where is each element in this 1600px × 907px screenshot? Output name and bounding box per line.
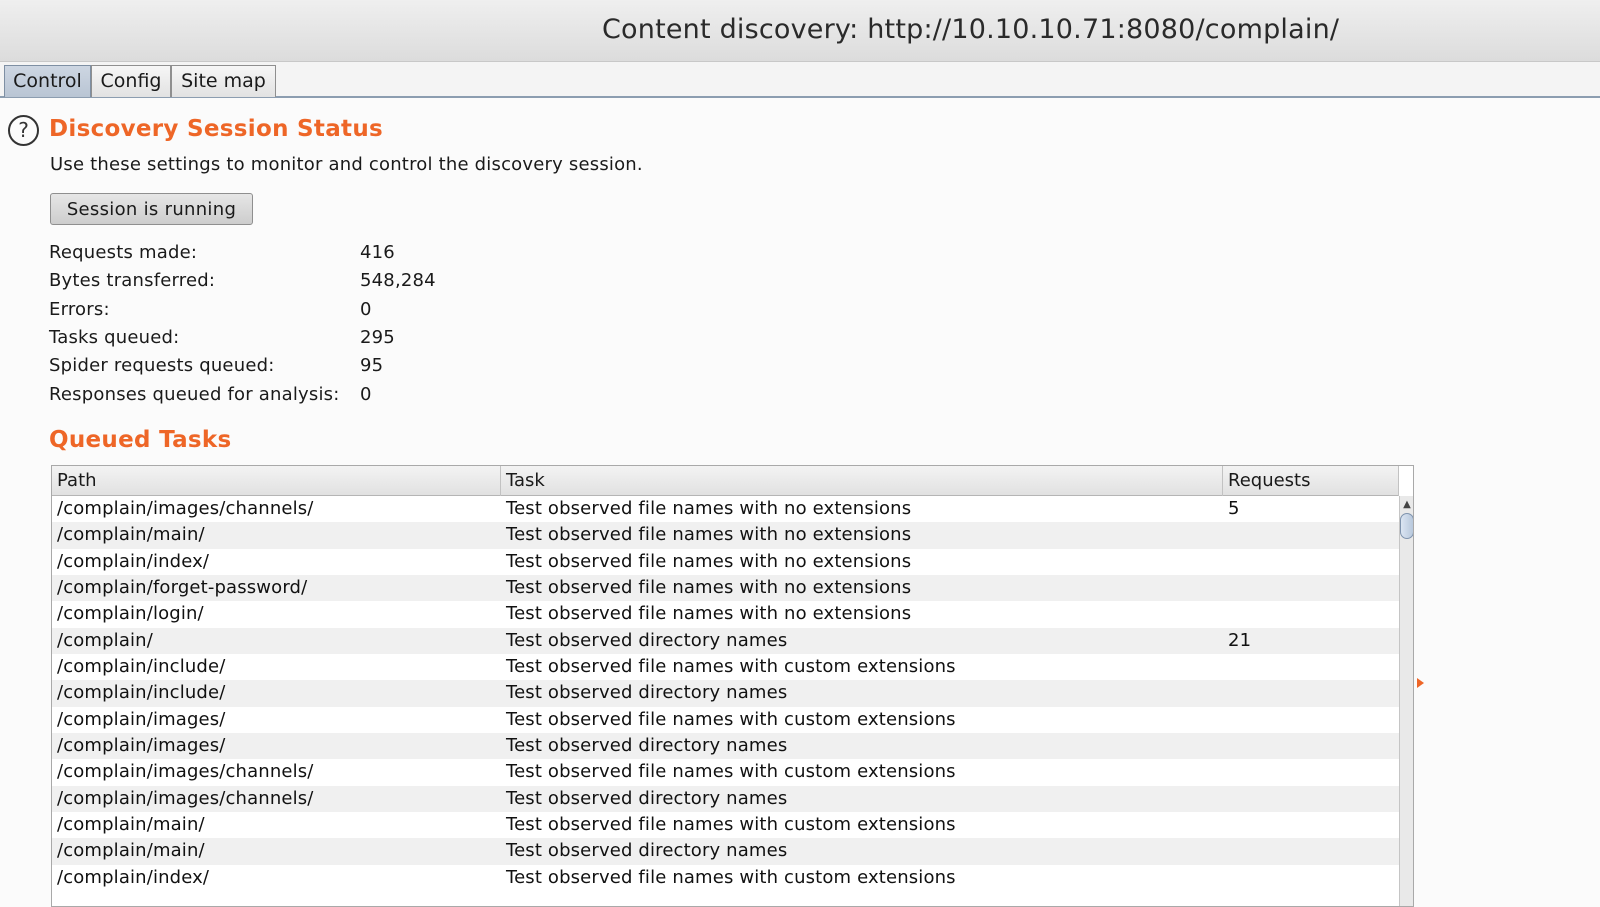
expand-arrow-icon[interactable] bbox=[1417, 678, 1424, 688]
table-row[interactable]: /complain/index/Test observed file names… bbox=[52, 865, 1399, 891]
stat-value-responses-queued: 0 bbox=[360, 384, 372, 405]
cell-task: Test observed file names with custom ext… bbox=[506, 655, 956, 677]
tab-config[interactable]: Config bbox=[91, 65, 171, 97]
scroll-thumb[interactable] bbox=[1400, 513, 1413, 539]
table-body: /complain/images/channels/Test observed … bbox=[52, 496, 1399, 891]
stat-value-bytes: 548,284 bbox=[360, 270, 436, 291]
tab-control[interactable]: Control bbox=[4, 65, 91, 97]
cell-task: Test observed directory names bbox=[506, 682, 788, 704]
cell-task: Test observed file names with no extensi… bbox=[506, 498, 912, 519]
window-titlebar: Content discovery: http://10.10.10.71:80… bbox=[0, 0, 1600, 62]
cell-path: /complain/forget-password/ bbox=[57, 576, 308, 598]
queued-tasks-table: Path Task Requests /complain/images/chan… bbox=[51, 465, 1414, 907]
table-row[interactable]: /complain/images/channels/Test observed … bbox=[52, 759, 1399, 785]
table-row[interactable]: /complain/include/Test observed file nam… bbox=[52, 654, 1399, 680]
cell-task: Test observed file names with custom ext… bbox=[506, 761, 956, 783]
cell-task: Test observed file names with custom ext… bbox=[506, 813, 956, 835]
cell-path: /complain/main/ bbox=[57, 840, 205, 862]
stat-label-responses-queued: Responses queued for analysis: bbox=[49, 384, 340, 405]
cell-task: Test observed directory names bbox=[506, 734, 788, 756]
scroll-up-arrow-icon[interactable]: ▲ bbox=[1400, 498, 1413, 512]
table-row[interactable]: /complain/login/Test observed file names… bbox=[52, 601, 1399, 627]
session-status-description: Use these settings to monitor and contro… bbox=[50, 154, 643, 175]
table-row[interactable]: /complain/main/Test observed directory n… bbox=[52, 838, 1399, 865]
cell-path: /complain/main/ bbox=[57, 813, 205, 835]
cell-path: /complain/images/ bbox=[57, 734, 226, 756]
stat-label-bytes: Bytes transferred: bbox=[49, 270, 216, 291]
table-scrollbar[interactable]: ▲ bbox=[1399, 496, 1413, 906]
cell-path: /complain/login/ bbox=[57, 603, 204, 625]
cell-task: Test observed file names with custom ext… bbox=[506, 708, 956, 730]
cell-path: /complain/main/ bbox=[57, 524, 205, 546]
window-title: Content discovery: http://10.10.10.71:80… bbox=[602, 14, 1340, 45]
cell-path: /complain/images/channels/ bbox=[57, 787, 314, 809]
cell-path: /complain/images/channels/ bbox=[57, 498, 314, 519]
cell-task: Test observed file names with no extensi… bbox=[506, 603, 912, 625]
table-row[interactable]: /complain/images/Test observed directory… bbox=[52, 732, 1399, 760]
stat-label-requests: Requests made: bbox=[49, 242, 198, 263]
table-row[interactable]: /complain/index/Test observed file names… bbox=[52, 549, 1399, 575]
cell-requests: 21 bbox=[1228, 629, 1252, 651]
table-row[interactable]: /complain/main/Test observed file names … bbox=[52, 812, 1399, 838]
cell-task: Test observed directory names bbox=[506, 840, 788, 862]
cell-task: Test observed directory names bbox=[506, 629, 788, 651]
table-row[interactable]: /complain/forget-password/Test observed … bbox=[52, 574, 1399, 602]
stat-value-errors: 0 bbox=[360, 299, 372, 320]
cell-task: Test observed file names with custom ext… bbox=[506, 866, 956, 888]
column-header-task[interactable]: Task bbox=[501, 466, 1223, 496]
cell-path: /complain/images/channels/ bbox=[57, 761, 314, 783]
table-header: Path Task Requests bbox=[52, 466, 1399, 496]
cell-task: Test observed file names with no extensi… bbox=[506, 550, 912, 572]
stat-value-tasks-queued: 295 bbox=[360, 327, 395, 348]
table-row[interactable]: /complain/Test observed directory names 2… bbox=[52, 627, 1399, 654]
queued-tasks-title: Queued Tasks bbox=[49, 427, 232, 453]
cell-path: /complain/ bbox=[57, 629, 153, 651]
help-icon[interactable]: ? bbox=[8, 115, 39, 146]
column-header-path[interactable]: Path bbox=[52, 466, 501, 496]
cell-task: Test observed file names with no extensi… bbox=[506, 576, 912, 598]
table-row[interactable]: /complain/include/Test observed director… bbox=[52, 680, 1399, 707]
stat-label-errors: Errors: bbox=[49, 299, 110, 320]
cell-requests: 5 bbox=[1228, 498, 1240, 519]
stat-value-requests: 416 bbox=[360, 242, 395, 263]
cell-task: Test observed file names with no extensi… bbox=[506, 524, 912, 546]
table-row[interactable]: /complain/images/Test observed file name… bbox=[52, 707, 1399, 733]
cell-path: /complain/include/ bbox=[57, 682, 226, 704]
tab-strip: Control Config Site map bbox=[0, 62, 1600, 98]
session-status-title: Discovery Session Status bbox=[49, 116, 383, 142]
stat-label-spider-requests: Spider requests queued: bbox=[49, 355, 275, 376]
stat-label-tasks-queued: Tasks queued: bbox=[49, 327, 180, 348]
cell-task: Test observed directory names bbox=[506, 787, 788, 809]
cell-path: /complain/include/ bbox=[57, 655, 226, 677]
cell-path: /complain/images/ bbox=[57, 708, 226, 730]
column-header-requests[interactable]: Requests bbox=[1223, 466, 1399, 496]
session-toggle-button[interactable]: Session is running bbox=[50, 193, 253, 225]
table-row[interactable]: /complain/main/Test observed file names … bbox=[52, 522, 1399, 549]
stat-value-spider-requests: 95 bbox=[360, 355, 384, 376]
table-row[interactable]: /complain/images/channels/Test observed … bbox=[52, 496, 1399, 522]
tab-site-map[interactable]: Site map bbox=[171, 65, 276, 97]
cell-path: /complain/index/ bbox=[57, 550, 210, 572]
cell-path: /complain/index/ bbox=[57, 866, 210, 888]
table-row[interactable]: /complain/images/channels/Test observed … bbox=[52, 785, 1399, 812]
